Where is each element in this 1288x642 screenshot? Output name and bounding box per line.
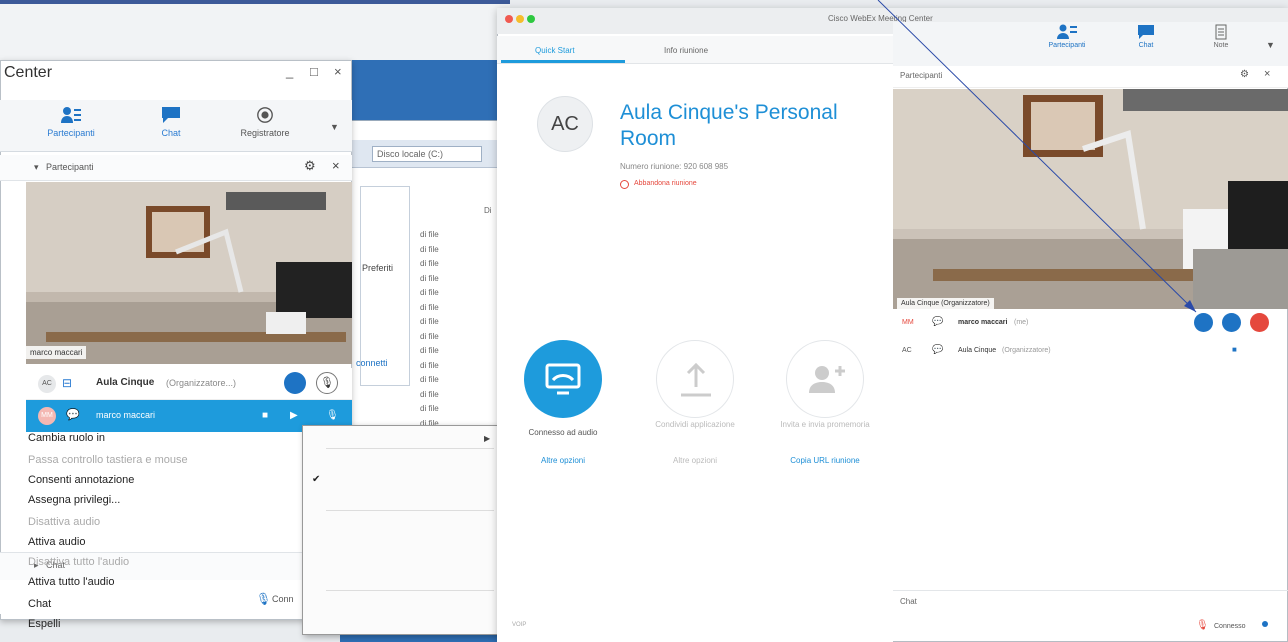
annotation-arrow bbox=[877, 0, 1197, 313]
